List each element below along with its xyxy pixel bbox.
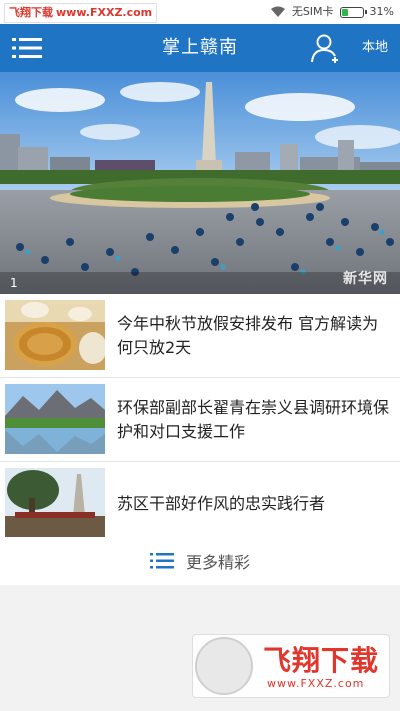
news-thumbnail [5, 384, 105, 454]
watermark-top-url: www.FXXZ.com [56, 6, 153, 19]
watermark-top: 飞翔下载 www.FXXZ.com [4, 3, 158, 23]
hero-banner[interactable]: 1 新华网 [0, 72, 400, 294]
watermark-top-name: 飞翔下载 [9, 6, 53, 19]
news-item[interactable]: 苏区干部好作风的忠实践行者 [0, 462, 400, 546]
app-header: 掌上赣南 本地 [0, 24, 400, 72]
landscape-image [5, 384, 105, 454]
more-label: 更多精彩 [185, 553, 250, 572]
user-add-icon [311, 34, 338, 63]
watermark-logo-icon [195, 637, 253, 695]
more-button[interactable]: 更多精彩 [0, 537, 400, 586]
pagoda-image [5, 468, 105, 538]
news-title: 苏区干部好作风的忠实践行者 [117, 493, 326, 513]
news-item[interactable]: 今年中秋节放假安排发布 官方解读为何只放2天 [0, 294, 400, 378]
news-title: 今年中秋节放假安排发布 官方解读为何只放2天 [117, 313, 379, 357]
news-thumbnail [5, 468, 105, 538]
watermark-bottom: 飞翔下载 www.FXXZ.com [192, 634, 390, 698]
news-thumbnail [5, 300, 105, 370]
news-item[interactable]: 环保部副部长翟青在崇义县调研环境保护和对口支援工作 [0, 378, 400, 462]
banner-index: 1 [10, 276, 18, 290]
status-bar: 飞翔下载 www.FXXZ.com 无SIM卡 31% [0, 0, 400, 24]
wifi-icon [270, 6, 285, 17]
news-list: 今年中秋节放假安排发布 官方解读为何只放2天 环保部副部长翟青在崇义县调研环境保… [0, 294, 400, 546]
battery-icon [339, 6, 367, 18]
news-title: 环保部副部长翟青在崇义县调研环境保护和对口支援工作 [117, 397, 390, 441]
user-button[interactable] [310, 32, 342, 64]
mooncake-image [5, 300, 105, 370]
sim-status: 无SIM卡 [291, 5, 334, 18]
watermark-bottom-name: 飞翔下载 [263, 644, 380, 677]
status-indicators: 无SIM卡 31% [270, 3, 394, 21]
banner-source-logo: 新华网 [343, 271, 388, 287]
local-button[interactable]: 本地 [362, 24, 388, 72]
banner-photo [0, 72, 400, 294]
battery-percent: 31% [369, 5, 394, 18]
list-icon [149, 553, 174, 569]
watermark-bottom-url: www.FXXZ.com [267, 677, 365, 690]
